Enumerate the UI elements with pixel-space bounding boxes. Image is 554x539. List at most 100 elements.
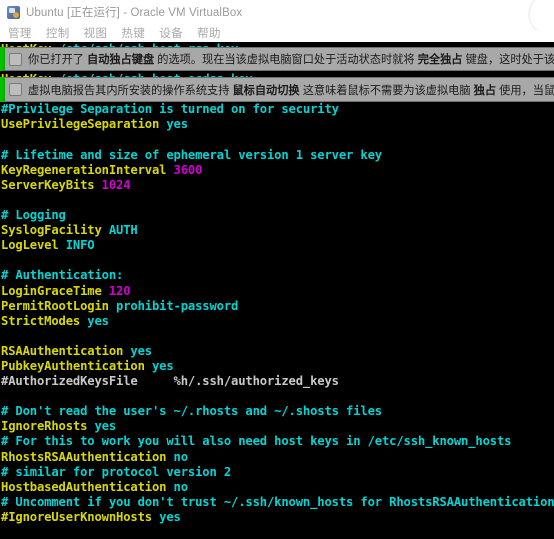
notif2-bold-1: 鼠标自动切换 (232, 84, 300, 97)
notif2-bold-2: 独占 (473, 84, 497, 97)
window-title: Ubuntu [正在运行] - Oracle VM VirtualBox (26, 7, 243, 19)
terminal-left-edge-artifact (0, 47, 3, 71)
terminal-text-segment: # Don't read the user's ~/.rhosts and ~/… (1, 404, 382, 419)
terminal-line: KeyRegenerationInterval 3600 (0, 163, 554, 178)
terminal-text-segment: KeyRegenerationInterval (1, 162, 167, 177)
terminal-text-segment: IgnoreRhosts (1, 419, 88, 434)
terminal-line: #Privilege Separation is turned on for s… (0, 102, 554, 117)
terminal-line: ServerKeyBits 1024 (0, 178, 554, 193)
terminal-text-segment: # Uncomment if you don't trust ~/.ssh/kn… (1, 494, 554, 509)
terminal-text-segment: # Logging (1, 208, 66, 223)
terminal-text-segment: PermitRootLogin (1, 298, 109, 313)
terminal-text-segment: 1024 (94, 177, 131, 192)
notif1-text-mid: 的选项。现在当该虚拟电脑窗口处于活动状态时就将 (154, 54, 418, 66)
notif2-text-before: 虚拟电脑报告其内所安装的操作系统支持 (28, 84, 233, 97)
guest-terminal-screen[interactable]: HostKey /etc/ssh/ssh_host_rsa_key HostKe… (0, 42, 554, 539)
virtualbox-icon (7, 5, 20, 19)
window-chrome: Ubuntu [正在运行] - Oracle VM VirtualBox 管理 … (0, 0, 554, 42)
notif1-bold-2: 完全独占 (417, 54, 463, 66)
terminal-text-segment: INFO (58, 238, 95, 253)
terminal-text-segment: HostbasedAuthentication (1, 479, 167, 494)
notif1-text-after: 键盘，这时处于该虚拟电脑 (465, 54, 554, 66)
mouse-icon (9, 83, 22, 96)
notif1-text-before: 你已打开了 (28, 54, 88, 66)
virtualbox-window: HostKey /etc/ssh/ssh_host_rsa_key HostKe… (0, 0, 554, 539)
terminal-text-segment: 120 (101, 283, 131, 298)
terminal-text-segment: StrictModes (1, 313, 81, 328)
menu-item-help[interactable]: 帮助 (197, 25, 221, 41)
terminal-text-segment: LogLevel (1, 238, 59, 253)
terminal-text-segment: ServerKeyBits (1, 177, 95, 192)
terminal-text-segment: prohibit-password (108, 298, 239, 313)
menu-item-hotkey[interactable]: 热键 (121, 25, 145, 41)
notification-keyboard-capture[interactable]: 你已打开了 自动独占键盘 的选项。现在当该虚拟电脑窗口处于活动状态时就将 完全独… (0, 47, 554, 71)
terminal-text-segment: SyslogFacility (1, 223, 102, 238)
window-control-arc-icon (528, 0, 550, 30)
menu-item-manage[interactable]: 管理 (8, 25, 32, 41)
window-controls[interactable] (510, 0, 550, 30)
terminal-text-segment: #AuthorizedKeysFile (1, 374, 138, 389)
terminal-line: # Lifetime and size of ephemeral version… (0, 148, 554, 163)
terminal-line: #AuthorizedKeysFile %h/.ssh/authorized_k… (0, 374, 554, 389)
terminal-text-segment: # Authentication: (1, 268, 124, 283)
terminal-line: RSAAuthentication yes (0, 344, 554, 359)
notification-keyboard-text: 你已打开了 自动独占键盘 的选项。现在当该虚拟电脑窗口处于活动状态时就将 完全独… (26, 51, 554, 67)
terminal-text-segment: yes (87, 419, 116, 434)
terminal-text-segment: PubkeyAuthentication (1, 358, 145, 373)
terminal-line: # For this to work you will also need ho… (0, 434, 554, 449)
terminal-text-segment: # similar for protocol version 2 (1, 464, 231, 479)
terminal-text-segment: LoginGraceTime (1, 283, 102, 298)
terminal-text-segment: # For this to work you will also need ho… (1, 434, 512, 449)
notif2-text-mid: 这意味着鼠标不需要为该虚拟电脑 (299, 84, 474, 97)
terminal-line: # Uncomment if you don't trust ~/.ssh/kn… (0, 495, 554, 510)
terminal-line: PubkeyAuthentication yes (0, 359, 554, 374)
terminal-line: LoginGraceTime 120 (0, 284, 554, 299)
menu-bar: 管理 控制 视图 热键 设备 帮助 (0, 24, 554, 42)
terminal-line: # Don't read the user's ~/.rhosts and ~/… (0, 404, 554, 419)
terminal-text-segment: yes (151, 509, 181, 524)
terminal-text-segment: 3600 (166, 162, 203, 177)
terminal-text-segment: #IgnoreUserKnownHosts (1, 509, 152, 524)
menu-item-devices[interactable]: 设备 (159, 25, 183, 41)
terminal-text-segment: no (166, 479, 189, 494)
terminal-line: UsePrivilegeSeparation yes (0, 117, 554, 132)
terminal-line: # Authentication: (0, 268, 554, 283)
notification-mouse-text: 虚拟电脑报告其内所安装的操作系统支持 鼠标自动切换 这意味着鼠标不需要为该虚拟电… (26, 82, 554, 98)
terminal-line: HostbasedAuthentication no (0, 480, 554, 495)
terminal-text-segment: no (166, 449, 189, 464)
notif2-text-after: 使用，当鼠标在虚 (499, 84, 554, 97)
terminal-text-segment: %h/.ssh/authorized_keys (137, 374, 339, 389)
menu-item-view[interactable]: 视图 (84, 25, 108, 41)
terminal-line: LogLevel INFO (0, 238, 554, 253)
terminal-left-edge-artifact (0, 77, 3, 102)
terminal-line: # Logging (0, 208, 554, 223)
terminal-text-segment: yes (144, 358, 174, 373)
terminal-text-segment: UsePrivilegeSeparation (1, 117, 160, 132)
terminal-line: SyslogFacility AUTH (0, 223, 554, 238)
menu-item-control[interactable]: 控制 (46, 25, 70, 41)
terminal-text-segment: AUTH (101, 223, 138, 238)
terminal-text-area: HostKey /etc/ssh/ssh_host_rsa_key HostKe… (0, 42, 554, 539)
title-bar[interactable]: Ubuntu [正在运行] - Oracle VM VirtualBox (0, 0, 554, 30)
terminal-text-segment: # Lifetime and size of ephemeral version… (1, 147, 382, 162)
terminal-text-segment: yes (80, 313, 109, 328)
terminal-text-segment: RhostsRSAAuthentication (1, 449, 167, 464)
keyboard-icon (9, 52, 22, 66)
terminal-line: #IgnoreUserKnownHosts yes (0, 510, 554, 525)
terminal-text-segment: yes (123, 343, 152, 358)
terminal-text-segment: RSAAuthentication (1, 343, 124, 358)
terminal-line: IgnoreRhosts yes (0, 419, 554, 434)
terminal-line: StrictModes yes (0, 314, 554, 329)
terminal-text-segment: #Privilege Separation is turned on for s… (1, 102, 339, 117)
notification-mouse-integration[interactable]: 虚拟电脑报告其内所安装的操作系统支持 鼠标自动切换 这意味着鼠标不需要为该虚拟电… (0, 77, 554, 102)
terminal-line: # similar for protocol version 2 (0, 465, 554, 480)
notif1-bold-1: 自动独占键盘 (87, 54, 155, 66)
terminal-line: RhostsRSAAuthentication no (0, 450, 554, 465)
terminal-text-segment: yes (159, 117, 188, 132)
